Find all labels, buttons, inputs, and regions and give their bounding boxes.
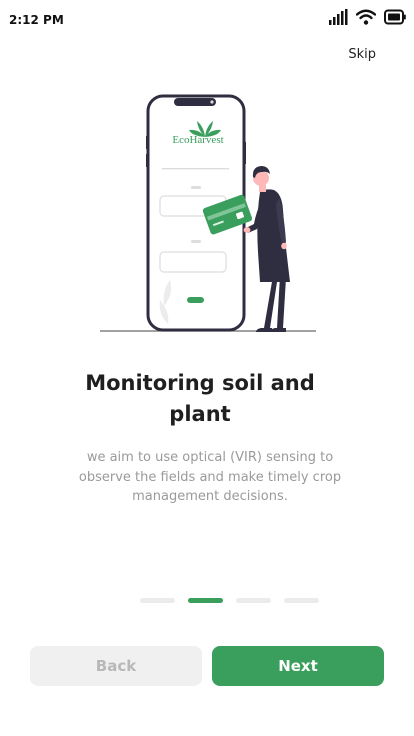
status-time: 2:12 PM — [9, 13, 64, 27]
onboarding-title: Monitoring soil and plant — [85, 371, 315, 426]
next-button[interactable]: Next — [212, 646, 384, 686]
wifi-icon — [356, 9, 376, 25]
page-dot-1[interactable] — [140, 598, 175, 603]
page-dot-2-active[interactable] — [188, 598, 223, 603]
onboarding-description: we aim to use optical (VIR) sensing to o… — [78, 450, 342, 504]
back-button[interactable]: Back — [30, 646, 202, 686]
status-icons — [328, 9, 406, 25]
page-dot-3[interactable] — [236, 598, 271, 603]
brand-text: EcoHarvest — [172, 134, 223, 146]
page-indicator — [140, 598, 319, 603]
page-dot-4[interactable] — [284, 598, 319, 603]
onboarding-illustration: EcoHarvest — [100, 94, 316, 332]
battery-icon — [384, 9, 406, 25]
cellular-signal-icon — [329, 9, 348, 25]
skip-link[interactable]: Skip — [348, 47, 376, 62]
status-bar: 2:12 PM — [0, 0, 414, 40]
